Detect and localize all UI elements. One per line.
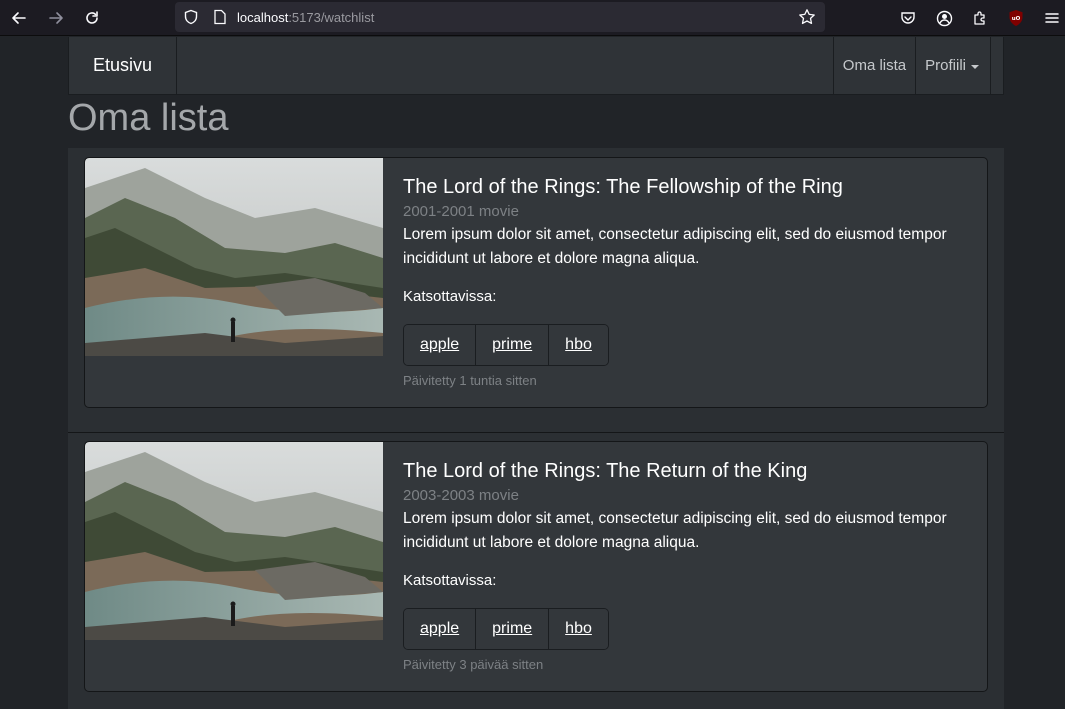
service-link-apple[interactable]: apple bbox=[404, 325, 477, 365]
app: Etusivu Oma lista Profiili Oma lista The… bbox=[0, 37, 1065, 709]
service-link-hbo[interactable]: hbo bbox=[549, 325, 608, 365]
movie-description: Lorem ipsum dolor sit amet, consectetur … bbox=[403, 226, 947, 267]
availability-label: Katsottavissa: bbox=[403, 572, 497, 589]
movie-subtitle: 2001-2001 movie bbox=[403, 203, 519, 220]
watchlist: The Lord of the Rings: The Fellowship of… bbox=[68, 148, 1004, 709]
browser-toolbar: localhost:5173/watchlist uO bbox=[0, 0, 1065, 36]
movie-thumbnail bbox=[85, 158, 383, 356]
url-path: :5173/watchlist bbox=[288, 10, 375, 25]
extensions-icon[interactable] bbox=[968, 6, 992, 30]
movie-thumbnail bbox=[85, 442, 383, 640]
caret-down-icon bbox=[971, 64, 979, 69]
arrow-left-icon[interactable] bbox=[6, 6, 32, 30]
card-body: The Lord of the Rings: The Fellowship of… bbox=[403, 174, 973, 388]
movie-title: The Lord of the Rings: The Fellowship of… bbox=[403, 176, 843, 198]
reload-icon[interactable] bbox=[79, 6, 105, 30]
service-button-group: apple prime hbo bbox=[403, 608, 609, 650]
url-bar[interactable]: localhost:5173/watchlist bbox=[175, 2, 825, 32]
nav-dropdown-profiili[interactable]: Profiili bbox=[915, 37, 991, 94]
service-link-hbo[interactable]: hbo bbox=[549, 609, 608, 649]
star-icon[interactable] bbox=[795, 5, 819, 29]
watchlist-card: The Lord of the Rings: The Fellowship of… bbox=[84, 157, 988, 408]
movie-title: The Lord of the Rings: The Return of the… bbox=[403, 460, 808, 482]
movie-description: Lorem ipsum dolor sit amet, consectetur … bbox=[403, 510, 947, 551]
nav-right: Oma lista Profiili bbox=[832, 37, 991, 94]
account-icon[interactable] bbox=[932, 6, 956, 30]
ublock-icon[interactable]: uO bbox=[1004, 6, 1028, 30]
list-divider bbox=[68, 432, 1004, 433]
nav-dropdown-label: Profiili bbox=[925, 57, 966, 74]
service-link-apple[interactable]: apple bbox=[404, 609, 477, 649]
availability-label: Katsottavissa: bbox=[403, 288, 497, 305]
page-title: Oma lista bbox=[68, 97, 229, 139]
service-button-group: apple prime hbo bbox=[403, 324, 609, 366]
svg-text:uO: uO bbox=[1012, 16, 1021, 22]
url-text: localhost:5173/watchlist bbox=[237, 10, 374, 25]
updated-timestamp: Päivitetty 1 tuntia sitten bbox=[403, 373, 537, 388]
pocket-icon[interactable] bbox=[896, 6, 920, 30]
card-body: The Lord of the Rings: The Return of the… bbox=[403, 458, 973, 672]
hamburger-menu-icon[interactable] bbox=[1040, 6, 1064, 30]
movie-subtitle: 2003-2003 movie bbox=[403, 487, 519, 504]
brand-link[interactable]: Etusivu bbox=[69, 37, 177, 94]
url-host: localhost bbox=[237, 10, 289, 25]
nav-link-oma-lista[interactable]: Oma lista bbox=[832, 37, 915, 94]
navbar: Etusivu Oma lista Profiili bbox=[68, 37, 1004, 95]
arrow-right-icon[interactable] bbox=[43, 6, 69, 30]
page-icon bbox=[208, 5, 232, 29]
shield-icon[interactable] bbox=[179, 5, 203, 29]
watchlist-card: The Lord of the Rings: The Return of the… bbox=[84, 441, 988, 692]
updated-timestamp: Päivitetty 3 päivää sitten bbox=[403, 657, 544, 672]
service-link-prime[interactable]: prime bbox=[476, 609, 550, 649]
service-link-prime[interactable]: prime bbox=[476, 325, 550, 365]
